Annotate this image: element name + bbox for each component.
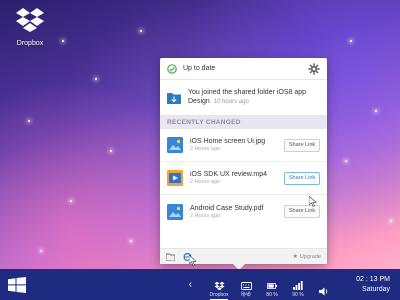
dropbox-icon — [214, 281, 224, 290]
tray-dropbox[interactable]: Dropbox — [206, 280, 232, 300]
tray-keyboard[interactable]: हिन्दी — [234, 280, 258, 298]
star-decoration — [70, 200, 72, 202]
star-decoration — [345, 160, 347, 162]
star-decoration — [140, 30, 142, 32]
tray-dropbox-label: Dropbox — [209, 291, 229, 298]
file-time: 2 Hours ago — [190, 212, 220, 219]
star-decoration — [350, 40, 352, 42]
dropbox-icon — [16, 8, 44, 32]
upgrade-link[interactable]: ★ Upgrade — [292, 253, 322, 261]
file-row[interactable]: iOS SDK UX review.mp4 2 Hours ago Share … — [160, 162, 327, 195]
panel-footer: ★ Upgrade — [160, 248, 327, 264]
file-row[interactable]: iOS Home screen Ui.jpg 2 Hours ago Share… — [160, 129, 327, 162]
file-name: iOS Home screen Ui.jpg — [190, 138, 266, 145]
file-name: iOS SDK UX review.mp4 — [190, 171, 268, 178]
speaker-icon — [319, 287, 328, 296]
tray-signal[interactable]: 90 % — [286, 280, 310, 298]
notification-time: 10 hours ago — [213, 99, 249, 105]
file-time: 2 Hours ago — [190, 179, 220, 185]
image-file-icon — [167, 203, 183, 220]
desktop-dropbox-shortcut[interactable]: Dropbox — [10, 6, 50, 47]
checkmark-circle-icon — [167, 63, 177, 74]
file-time: 2 Hours ago — [190, 146, 220, 152]
signal-bars-icon — [293, 281, 303, 290]
shared-folder-icon — [167, 92, 181, 104]
tray-signal-label: 90 % — [292, 291, 304, 298]
gear-icon[interactable] — [308, 62, 320, 75]
star-decoration — [95, 78, 97, 80]
recently-changed-header: RECENTLY CHANGED — [160, 116, 327, 129]
image-file-icon — [167, 137, 183, 153]
upgrade-label: Upgrade — [299, 253, 321, 260]
share-link-button[interactable]: Share Link — [284, 138, 320, 152]
mouse-cursor-icon — [189, 255, 197, 266]
sync-status-row: Up to date — [160, 58, 327, 80]
taskbar: ‹ Dropbox हिन्दी 80 % 90 % 02: 13 PM Sa… — [0, 269, 400, 300]
clock-time: 02 : 13 PM — [356, 275, 390, 283]
windows-start-icon[interactable] — [8, 276, 26, 293]
tray-battery-label: 80 % — [266, 291, 278, 298]
open-folder-icon[interactable] — [166, 253, 175, 261]
taskbar-clock[interactable]: 02 : 13 PM Saturday — [338, 275, 390, 295]
star-decoration — [110, 150, 112, 152]
star-decoration — [40, 250, 42, 252]
tray-volume[interactable] — [312, 286, 336, 298]
dropbox-popup-panel: Up to date You joined the shared folder … — [160, 58, 327, 270]
battery-icon — [267, 282, 277, 289]
tray-keyboard-label: हिन्दी — [241, 291, 251, 298]
show-hidden-icons-button[interactable]: ‹ — [189, 279, 192, 290]
tray-battery[interactable]: 80 % — [260, 280, 284, 298]
star-decoration — [375, 110, 377, 112]
file-name: Android Case Study.pdf — [190, 204, 264, 212]
clock-day: Saturday — [361, 285, 390, 293]
star-decoration — [62, 40, 64, 42]
desktop-dropbox-label: Dropbox — [16, 40, 44, 47]
star-decoration — [130, 240, 132, 242]
mouse-cursor-icon — [309, 196, 317, 207]
keyboard-icon — [240, 281, 252, 290]
video-file-icon — [167, 170, 183, 186]
star-decoration — [390, 220, 392, 222]
shared-folder-notification[interactable]: You joined the shared folder iOS8 app De… — [160, 80, 327, 116]
sync-status-text: Up to date — [183, 65, 216, 72]
file-row[interactable]: Android Case Study.pdf 2 Hours ago Share… — [160, 195, 327, 228]
star-decoration — [28, 120, 30, 122]
star-icon: ★ — [292, 254, 298, 260]
share-link-button[interactable]: Share Link — [284, 171, 320, 185]
system-tray: Dropbox हिन्दी 80 % 90 % — [206, 272, 338, 300]
